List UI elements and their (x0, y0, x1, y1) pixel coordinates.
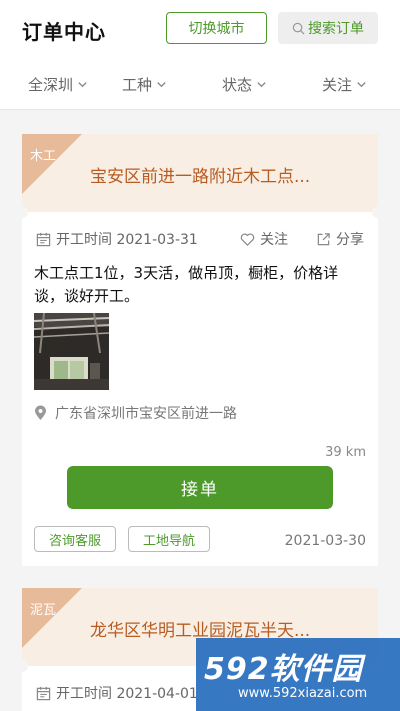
top-bar: 订单中心 切换城市 搜索订单 (0, 0, 400, 60)
search-orders-label: 搜索订单 (308, 21, 364, 37)
filter-trade-label: 工种 (122, 76, 153, 94)
order-photo[interactable] (34, 313, 109, 390)
share-label: 分享 (336, 232, 364, 248)
order-address: 广东省深圳市宝安区前进一路 (34, 403, 237, 423)
search-icon (292, 22, 305, 34)
trade-tag-corner (22, 134, 82, 194)
address-text: 广东省深圳市宝安区前进一路 (55, 406, 237, 422)
start-time-text: 开工时间 2021-03-31 (56, 232, 198, 248)
order-description: 木工点工1位，3天活，做吊顶，橱柜，价格详谈，谈好开工。 (34, 264, 339, 305)
site-photo-illustration (34, 313, 109, 390)
trade-tag-corner (22, 588, 82, 648)
filter-city-label: 全深圳 (28, 76, 74, 94)
switch-city-button[interactable]: 切换城市 (166, 12, 267, 44)
filter-city[interactable]: 全深圳 (28, 74, 88, 95)
filter-bar: 全深圳 工种 状态 关注 (0, 60, 400, 110)
order-date: 2021-03-30 (284, 533, 366, 549)
share-button[interactable]: 分享 (316, 229, 364, 249)
chevron-down-icon (157, 82, 166, 88)
follow-label: 关注 (260, 232, 288, 248)
share-icon (317, 232, 330, 245)
heart-icon (240, 232, 255, 246)
order-distance: 39 km (325, 445, 366, 460)
order-card-header: 木工 宝安区前进一路附近木工点... (22, 134, 378, 212)
start-time: 开工时间 2021-03-31 (36, 229, 198, 249)
search-orders-button[interactable]: 搜索订单 (278, 12, 378, 44)
trade-tag: 泥瓦 (30, 603, 57, 618)
watermark-logo: 592软件园 (204, 652, 363, 687)
card-notch-left (16, 660, 28, 672)
start-time: 开工时间 2021-04-01 (36, 683, 198, 703)
page-title: 订单中心 (22, 20, 106, 44)
watermark: 592软件园 www.592xiazai.com (196, 638, 400, 711)
filter-status[interactable]: 状态 (222, 74, 267, 95)
order-meta-row: 开工时间 2021-03-31 关注 分享 (36, 229, 366, 251)
chevron-down-icon (257, 82, 266, 88)
calendar-icon (36, 686, 51, 700)
trade-tag: 木工 (30, 149, 57, 164)
filter-trade[interactable]: 工种 (122, 74, 167, 95)
follow-button[interactable]: 关注 (240, 229, 288, 249)
card-notch-left (16, 206, 28, 218)
card-notch-right (372, 206, 384, 218)
chevron-down-icon (357, 82, 366, 88)
chevron-down-icon (78, 82, 87, 88)
filter-follow[interactable]: 关注 (322, 74, 367, 95)
site-navigation-button[interactable]: 工地导航 (128, 526, 210, 552)
filter-status-label: 状态 (222, 76, 253, 94)
location-pin-icon (35, 405, 46, 420)
order-title: 宝安区前进一路附近木工点... (90, 167, 311, 187)
consult-service-button[interactable]: 咨询客服 (34, 526, 116, 552)
start-time-text: 开工时间 2021-04-01 (56, 686, 198, 702)
watermark-url: www.592xiazai.com (238, 686, 368, 701)
filter-follow-label: 关注 (322, 76, 353, 94)
order-card[interactable]: 木工 宝安区前进一路附近木工点... 开工时间 2021-03-31 关注 分享… (16, 134, 384, 566)
calendar-icon (36, 232, 51, 246)
accept-order-button[interactable]: 接单 (67, 466, 333, 509)
